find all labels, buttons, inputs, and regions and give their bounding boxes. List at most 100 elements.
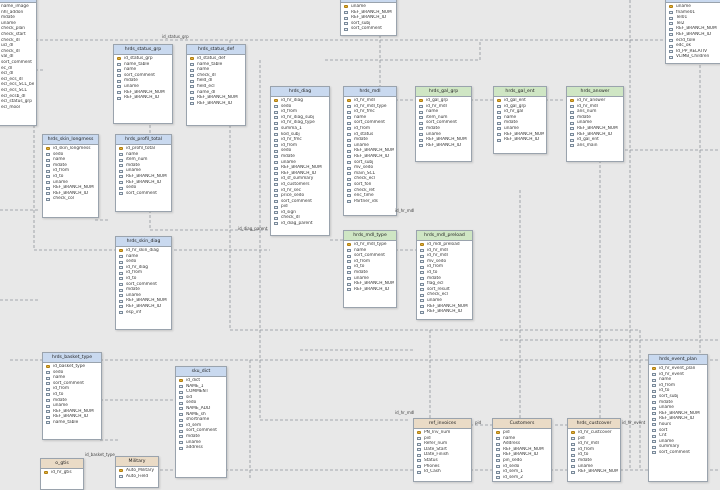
table-hrds-status-def[interactable]: hrds_status_def id_status_def name_table na… xyxy=(186,44,246,126)
er-diagram-canvas[interactable]: name_image nhl_addon mdate uname check_plan c… xyxy=(0,0,720,490)
table-hrds-gal-grp[interactable]: hrds_gal_grp id_gal_grp id_hr_mdl name item_… xyxy=(415,86,472,162)
table-header[interactable]: hrds_skin_longmess xyxy=(43,135,98,145)
table-column[interactable]: name_table xyxy=(45,420,99,426)
table-column[interactable]: sort_comment xyxy=(118,191,169,197)
table-header[interactable]: hrds_mdl xyxy=(344,87,396,97)
column-icon xyxy=(570,116,574,120)
table-column[interactable]: REF_BRANCH_ID xyxy=(116,95,170,101)
column-name: esp_inf xyxy=(126,309,142,315)
table-column[interactable]: REF_BRANCH_ID xyxy=(418,143,469,149)
column-name: id_skin_longmess xyxy=(53,146,91,151)
table-column[interactable]: ecl_mool xyxy=(0,105,34,111)
table-sku-dict[interactable]: sku_dict id_dict NAME_1 COMMENT sid sedo NAME_… xyxy=(175,366,227,478)
table-hrds-event-plan[interactable]: hrds_event_plan id_hr_event_plan id_hr_eve… xyxy=(648,354,708,482)
table-hrds-diag[interactable]: hrds_diag id_hr_diag sedo id_from id_hr_diag… xyxy=(270,86,330,236)
table-column[interactable]: ans_main xyxy=(569,143,621,149)
table-column[interactable]: REF_BRANCH_ID xyxy=(419,309,470,315)
column-name: REF_BRANCH_NUM xyxy=(503,446,544,452)
column-name: NAME_sh xyxy=(186,411,206,417)
column-name: sid xyxy=(186,394,193,400)
table-column[interactable]: sort_comment xyxy=(651,450,705,456)
table-hrds-skin-diag[interactable]: hrds_skin_diag id_hr_skin_diag name sedo id_… xyxy=(115,236,172,330)
table-header[interactable]: hrds_gal_ent xyxy=(494,87,546,97)
table-hrds-mdl[interactable]: hrds_mdl id_hr_mdl id_hr_mdl_type id_hr_fmc… xyxy=(343,86,397,216)
table-column[interactable]: REF_BRANCH_ID xyxy=(189,101,243,107)
table-header[interactable]: hrds_gal_grp xyxy=(416,87,471,97)
table-column[interactable]: REF_BRANCH_NUM xyxy=(570,469,618,475)
column-name: REF_BRANCH_ID xyxy=(354,153,390,159)
column-icon xyxy=(344,10,348,14)
table-column[interactable]: Id_Cash xyxy=(416,469,469,475)
table-header[interactable]: hrds_event_plan xyxy=(649,355,707,365)
column-icon xyxy=(420,310,424,314)
key-icon xyxy=(420,243,424,247)
column-name: sedo xyxy=(281,103,292,109)
column-name: REF_BRANCH_ID xyxy=(126,303,162,309)
table-column[interactable]: esp_inf xyxy=(118,310,169,316)
column-name: sedo xyxy=(281,148,292,154)
table-column[interactable]: id_diag_parent xyxy=(273,221,327,227)
table-top-right[interactable]: uname fname01 Tel01 Tel2 REF_BRANCH_NUM REF_B… xyxy=(665,0,720,64)
column-name: id_hr_mdl_type xyxy=(354,242,387,247)
column-icon xyxy=(344,27,348,31)
column-name: name xyxy=(503,435,516,441)
table-header[interactable]: hrds_diag xyxy=(271,87,329,97)
table-column[interactable]: Partner_ids xyxy=(346,199,394,205)
column-list: id_status_grp name_table name sort_comment m… xyxy=(114,55,172,103)
column-name: id_to xyxy=(53,173,64,179)
column-name: uname xyxy=(124,83,139,89)
column-name: mdate xyxy=(504,120,518,126)
primary-key-column[interactable]: id_hr_gtis xyxy=(43,470,81,476)
column-icon xyxy=(496,436,500,440)
table-top-left[interactable]: name_image nhl_addon mdate uname check_plan c… xyxy=(0,0,37,126)
table-header[interactable]: o_gtis xyxy=(41,459,83,469)
column-list: id_hr_mdl_type name sort_comment id_from id_… xyxy=(344,241,396,294)
table-hrds-profil-total[interactable]: hrds_profil_total id_profil_total name item… xyxy=(115,134,172,212)
table-header[interactable]: ref_invoices xyxy=(414,419,471,429)
table-hrds-mdl-preload[interactable]: hrds_mdl_preload id_mdl_preload id_hr_mdl i… xyxy=(416,230,473,320)
table-header[interactable]: hrds_skin_diag xyxy=(116,237,171,247)
table-header[interactable]: sku_dict xyxy=(176,367,226,377)
table-column[interactable]: Auto_Field xyxy=(118,474,156,480)
table-header[interactable]: hrds_mdl_type xyxy=(344,231,396,241)
table-hrds-mdl-type[interactable]: hrds_mdl_type id_hr_mdl_type name sort_comm… xyxy=(343,230,397,308)
table-column[interactable]: check_col xyxy=(45,196,96,202)
table-header[interactable]: hrds_basket_type xyxy=(43,353,101,363)
table-column[interactable]: sort_comment xyxy=(343,26,394,32)
key-icon xyxy=(46,365,50,369)
column-list: id_profil_total name item_num mdate uname REF… xyxy=(116,145,171,198)
table-header[interactable]: Military xyxy=(116,457,158,467)
table-column[interactable]: VLIMB_Children xyxy=(668,54,719,60)
table-column[interactable]: REF_BRANCH_ID xyxy=(496,137,544,143)
table-column[interactable]: REF_BRANCH_ID xyxy=(346,287,394,293)
table-hrds-skin-longmess[interactable]: hrds_skin_longmess id_skin_longmess sedo na… xyxy=(42,134,99,218)
table-hrds-basket-type[interactable]: hrds_basket_type id_basket_type sedo name so… xyxy=(42,352,102,440)
column-name: mdate xyxy=(427,275,441,281)
column-list: id_basket_type sedo name sort_comment id_fro… xyxy=(43,363,101,428)
table-hrds-answer[interactable]: hrds_answer id_hr_answer id_hr_mdl ans_num m… xyxy=(566,86,624,162)
table-header[interactable]: hrds_profil_total xyxy=(116,135,171,145)
column-name: ecl_ecs_SCL_bech xyxy=(1,82,34,88)
table-customers[interactable]: Customers pid name Address REF_BRANCH_NUM REF… xyxy=(492,418,552,482)
table-column[interactable]: address xyxy=(178,445,224,451)
table-header[interactable]: hrds_status_def xyxy=(187,45,245,55)
column-icon xyxy=(419,121,423,125)
column-icon xyxy=(46,158,50,162)
table-hrds-custcover[interactable]: hrds_custcover id_hr_custcover pid id_hr_md… xyxy=(567,418,621,482)
column-icon xyxy=(420,248,424,252)
column-icon xyxy=(652,451,656,455)
table-o-gtis[interactable]: o_gtis id_hr_gtis xyxy=(40,458,84,490)
column-icon xyxy=(347,248,351,252)
table-hrds-status-grp[interactable]: hrds_status_grp id_status_grp name_table na… xyxy=(113,44,173,124)
table-header[interactable]: Customers xyxy=(493,419,551,429)
column-icon xyxy=(190,102,194,106)
table-header[interactable]: hrds_custcover xyxy=(568,419,620,429)
table-hrds-gal-ent[interactable]: hrds_gal_ent id_gal_ent id_gal_grp id_hr_ga… xyxy=(493,86,547,154)
table-header[interactable]: hrds_status_grp xyxy=(114,45,172,55)
column-name: REF_BRANCH_ID xyxy=(354,286,390,292)
table-ref-invoices[interactable]: ref_invoices PN_Inv_num pid Refer_num Date_S… xyxy=(413,418,472,482)
table-top-mid[interactable]: uname REF_BRANCH_NUM REF_BRANCH_ID sort_sub… xyxy=(340,0,397,36)
table-military[interactable]: Military Auto_Military Auto_Field xyxy=(115,456,159,488)
table-header[interactable]: hrds_answer xyxy=(567,87,623,97)
table-header[interactable]: hrds_mdl_preload xyxy=(417,231,472,241)
